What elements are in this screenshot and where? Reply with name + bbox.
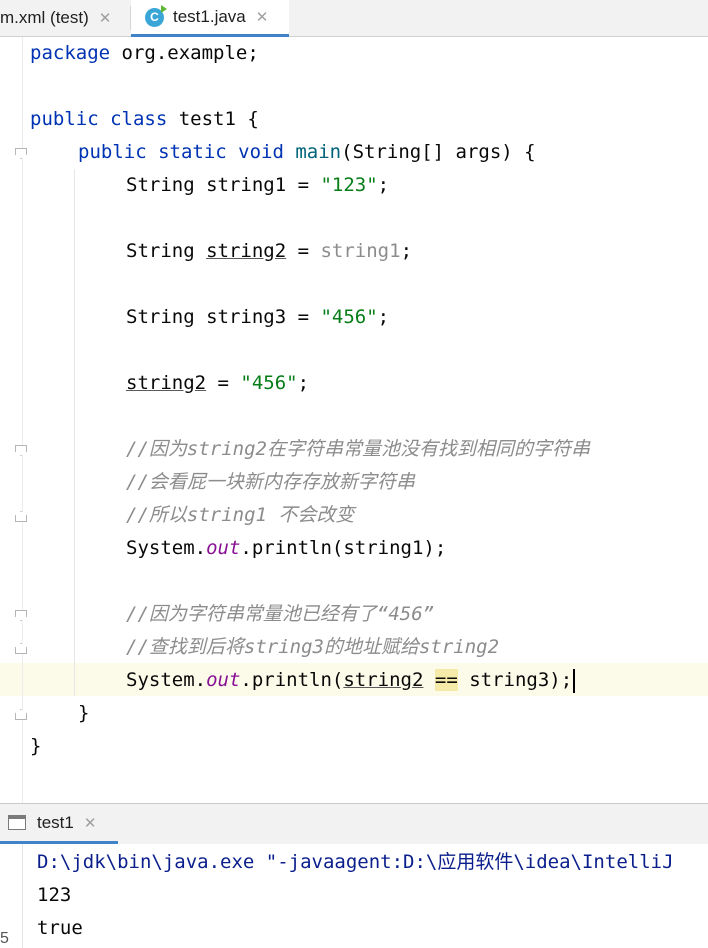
console-output[interactable]: D:\jdk\bin\java.exe "-javaagent:D:\应用软件\… (0, 844, 708, 948)
tab-java-label: test1.java (173, 7, 246, 26)
run-tool-window: test1 ✕ D:\jdk\bin\java.exe "-javaagent:… (0, 803, 708, 948)
code-comment: //因为string2在字符串常量池没有找到相同的字符串 (126, 438, 590, 460)
side-marker-label: 5 (0, 930, 9, 947)
tab-test1-java[interactable]: C test1.java ✕ (131, 0, 289, 37)
code-line-close-class: } (30, 735, 42, 757)
console-line: D:\jdk\bin\java.exe "-javaagent:D:\应用软件\… (37, 851, 674, 873)
close-icon[interactable]: ✕ (84, 814, 97, 832)
close-icon[interactable]: ✕ (256, 8, 269, 26)
fold-icon[interactable] (15, 148, 27, 159)
code-line-assign-string2: string2 = "456"; (126, 372, 310, 394)
fold-icon[interactable] (15, 610, 27, 621)
fold-icon[interactable] (15, 709, 27, 720)
text-caret (573, 668, 576, 693)
fold-icon[interactable] (15, 511, 27, 522)
run-tab-bar: test1 ✕ (0, 804, 708, 844)
editor-tab-bar: m.xml (test) ✕ C test1.java ✕ (0, 0, 708, 37)
code-line-main-decl: public static void main(String[] args) { (78, 141, 536, 163)
fold-icon[interactable] (15, 643, 27, 654)
code-line-package: package org.example; (30, 42, 259, 64)
code-line-string3: String string3 = "456"; (126, 306, 390, 328)
code-line-println-compare: System.out.println(string2 == string3); (126, 664, 576, 697)
indent-guide (74, 169, 75, 696)
console-line: 123 (37, 884, 72, 906)
console-line: true (37, 917, 83, 939)
code-comment: //因为字符串常量池已经有了“456” (126, 603, 435, 625)
console-icon (8, 815, 26, 830)
tab-run-test1[interactable]: test1 ✕ (0, 804, 118, 844)
java-class-icon: C (145, 4, 167, 27)
code-line-close-method: } (78, 702, 90, 724)
code-line-class-decl: public class test1 { (30, 108, 259, 130)
code-comment: //所以string1 不会改变 (126, 504, 355, 526)
code-comment: //查找到后将string3的地址赋给string2 (126, 636, 500, 658)
close-icon[interactable]: ✕ (99, 9, 112, 27)
tab-pom-label: m.xml (test) (0, 8, 89, 27)
tab-pom-xml[interactable]: m.xml (test) ✕ (0, 0, 130, 36)
code-line-string1: String string1 = "123"; (126, 174, 390, 196)
run-tab-label: test1 (37, 812, 74, 832)
code-line-println-string1: System.out.println(string1); (126, 537, 447, 559)
code-editor[interactable]: package org.example; public class test1 … (0, 37, 708, 803)
code-line-string2: String string2 = string1; (126, 240, 413, 262)
code-comment: //会看屁一块新内存存放新字符串 (126, 471, 415, 493)
fold-icon[interactable] (15, 445, 27, 456)
